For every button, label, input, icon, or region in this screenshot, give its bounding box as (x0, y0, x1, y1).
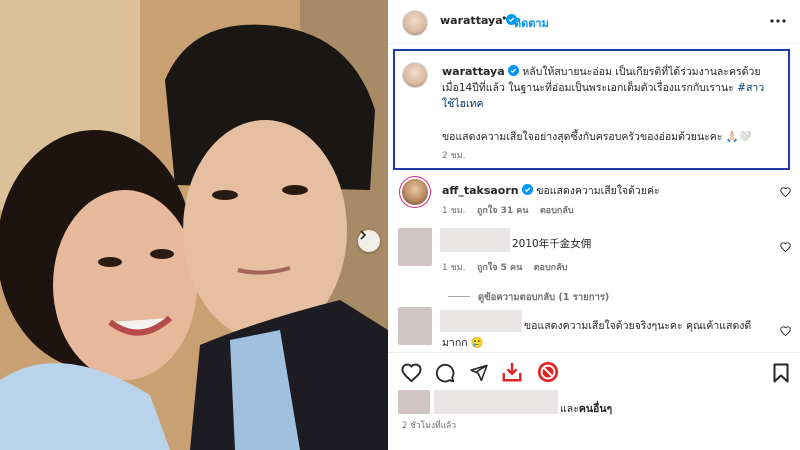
post-side-panel: warattaya • ติดตาม warattaya หลับให้สบาย… (388, 0, 800, 450)
verified-badge-icon (507, 65, 519, 76)
heart-icon[interactable] (780, 326, 791, 336)
comment-time: 1 ชม. (442, 206, 466, 216)
caption-username[interactable]: warattaya (442, 65, 505, 78)
download-icon[interactable] (501, 361, 523, 383)
comment-2-meta: 1 ชม. ถูกใจ 5 คน ตอบกลับ (442, 260, 567, 274)
chevron-right-icon (360, 230, 367, 240)
comment-text: ขอแสดงความเสียใจด้วยค่ะ (536, 185, 660, 197)
caption-line2: ขอแสดงความเสียใจอย่างสุดซึ้งกับครอบครัวข… (442, 131, 752, 143)
comment-1: aff_taksaorn ขอแสดงความเสียใจด้วยค่ะ (442, 182, 660, 199)
comment-2: 2010年千金女佣 (512, 236, 591, 251)
liker-avatar-blurred[interactable] (398, 390, 430, 414)
comment-likes[interactable]: ถูกใจ 31 คน (477, 206, 529, 216)
heart-icon[interactable] (780, 187, 791, 197)
photo-illustration (0, 0, 388, 450)
actions-divider (388, 352, 800, 353)
caption-time: 2 ชม. (442, 151, 466, 161)
comment-3: ขอแสดงความเสียใจด้วยจริงๆนะคะ คุณเค้าแสด… (442, 318, 762, 352)
author-username[interactable]: warattaya (440, 14, 503, 27)
comment-avatar-blurred[interactable] (398, 228, 432, 266)
comment-reply-button[interactable]: ตอบกลับ (534, 263, 568, 273)
comment-likes[interactable]: ถูกใจ 5 คน (477, 263, 522, 273)
header-divider (388, 43, 800, 44)
comment-1-meta: 1 ชม. ถูกใจ 31 คน ตอบกลับ (442, 203, 574, 217)
view-replies-button[interactable]: ดูข้อความตอบกลับ (1 รายการ) (448, 290, 609, 305)
heart-icon[interactable] (780, 242, 791, 252)
author-avatar[interactable] (402, 10, 428, 36)
more-icon[interactable] (770, 19, 786, 23)
bookmark-icon[interactable] (773, 363, 789, 383)
view-replies-label: ดูข้อความตอบกลับ (1 รายการ) (478, 292, 610, 303)
likes-summary[interactable]: และคนอื่นๆ (560, 400, 612, 417)
verified-badge-icon (521, 184, 533, 195)
comment-icon[interactable] (435, 363, 455, 383)
follow-button[interactable]: ติดตาม (514, 14, 549, 32)
post-photo (0, 0, 388, 450)
caption-text-block: warattaya หลับให้สบายนะอ่อม เป็นเกียรติท… (442, 64, 772, 112)
comment-username[interactable]: aff_taksaorn (442, 184, 519, 197)
comment-text: ขอแสดงความเสียใจด้วยจริงๆนะคะ คุณเค้าแสด… (442, 320, 752, 349)
likes-prefix: และ (560, 403, 579, 415)
blurred-liker-names (434, 390, 558, 414)
post-time-ago: 2 ชั่วโมงที่แล้ว (402, 421, 457, 431)
block-icon[interactable] (537, 361, 559, 383)
comment-text: 2010年千金女佣 (512, 238, 592, 250)
share-icon[interactable] (469, 363, 489, 382)
comment-avatar-blurred[interactable] (398, 307, 432, 345)
likes-others[interactable]: คนอื่นๆ (579, 403, 612, 415)
comment-time: 1 ชม. (442, 263, 466, 273)
replies-line (448, 296, 470, 297)
comment-reply-button[interactable]: ตอบกลับ (540, 206, 574, 216)
heart-icon[interactable] (401, 363, 422, 382)
header-dot: • (501, 12, 508, 25)
comment-avatar-aff[interactable] (402, 179, 428, 205)
caption-avatar[interactable] (402, 62, 428, 88)
blurred-username (440, 228, 510, 252)
carousel-next-button[interactable] (358, 230, 380, 252)
